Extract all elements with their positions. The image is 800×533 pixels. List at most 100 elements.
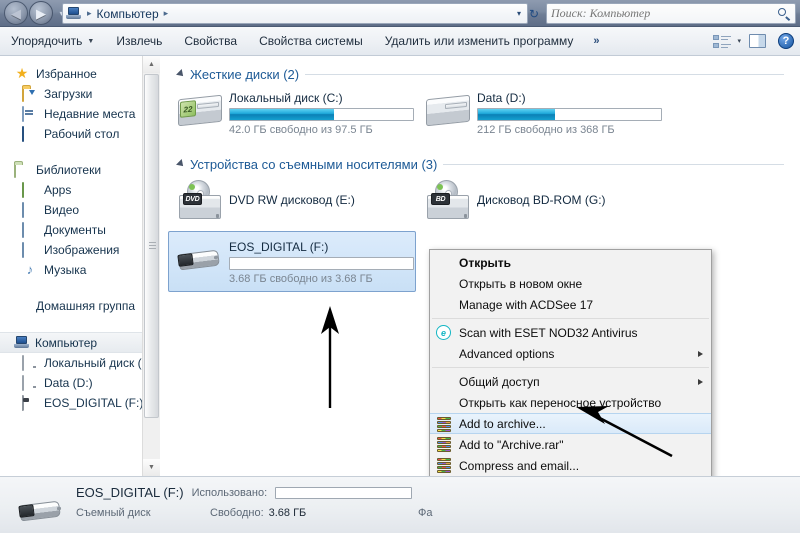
details-row-2: Съемный диск Свободно: 3.68 ГБ	[76, 507, 306, 519]
downloads-folder-icon	[22, 86, 38, 102]
hard-disk-icon	[22, 355, 38, 371]
group-divider	[443, 163, 784, 165]
menu-separator-1	[432, 318, 709, 319]
apps-library-icon	[22, 182, 38, 198]
details-used-label: Использовано:	[191, 486, 268, 499]
drive-tile-dvd-rw-e[interactable]: DVD DVD RW дисковод (E:)	[168, 173, 416, 229]
group-title-hard-disks: Жесткие диски (2)	[190, 66, 300, 82]
drive-tile-local-disk-c[interactable]: 22 Локальный диск (C:) 42.0 ГБ свободно …	[168, 82, 416, 143]
collapse-triangle-icon[interactable]	[176, 69, 186, 79]
sidebar-item-recent-places[interactable]: Недавние места	[0, 104, 142, 124]
refresh-button[interactable]: ↻	[524, 4, 544, 23]
sidebar-item-local-disk-c[interactable]: Локальный диск (C:)	[0, 353, 142, 373]
menu-item-open-new-window[interactable]: Открыть в новом окне	[430, 273, 711, 294]
drive-label-e: DVD RW дисковод (E:)	[229, 193, 355, 207]
menu-item-advanced-options[interactable]: Advanced options	[430, 343, 711, 364]
music-library-icon: ♪	[26, 262, 34, 277]
preview-pane-icon[interactable]	[749, 34, 766, 48]
nav-group-favorites: ★ Избранное Загрузки Недавние места Рабо…	[0, 64, 142, 144]
address-bar[interactable]: ▸ Компьютер ▸ ▾	[62, 3, 528, 24]
scroll-up-icon[interactable]: ▲	[143, 56, 160, 73]
search-box[interactable]	[546, 3, 796, 24]
sidebar-item-data-d[interactable]: Data (D:)	[0, 373, 142, 393]
usb-drive-icon	[177, 238, 223, 280]
menu-label-manage-acdsee: Manage with ACDSee 17	[459, 297, 594, 312]
menu-item-share-with[interactable]: Общий доступ	[430, 371, 711, 392]
sidebar-label-data-d: Data (D:)	[44, 376, 93, 390]
scroll-down-icon[interactable]: ▼	[143, 459, 160, 476]
breadcrumb-item-computer[interactable]: Компьютер	[95, 7, 161, 21]
double-chevron-icon: »	[593, 35, 599, 47]
sidebar-item-homegroup[interactable]: Домашняя группа	[0, 296, 142, 316]
toolbar-eject-label: Извлечь	[116, 34, 163, 48]
toolbar-eject-button[interactable]: Извлечь	[105, 29, 173, 53]
sidebar-label-documents: Документы	[44, 223, 106, 237]
toolbar-system-properties-label: Свойства системы	[259, 34, 363, 48]
menu-label-add-to-archive: Add to archive...	[459, 416, 546, 431]
hard-disk-icon	[425, 89, 471, 131]
scrollbar-grip-icon	[149, 242, 156, 250]
menu-item-scan-eset[interactable]: e Scan with ESET NOD32 Antivirus	[430, 322, 711, 343]
documents-library-icon	[22, 222, 38, 238]
menu-label-advanced-options: Advanced options	[459, 346, 555, 361]
sidebar-label-libraries: Библиотеки	[36, 163, 102, 177]
toolbar-properties-button[interactable]: Свойства	[173, 29, 248, 53]
back-button[interactable]: ◀	[4, 1, 28, 25]
nav-group-libraries: Библиотеки Apps Видео Документы Изображе…	[0, 160, 142, 280]
sidebar-label-desktop: Рабочий стол	[44, 127, 120, 141]
libraries-icon	[14, 162, 30, 178]
drive-label-g: Дисковод BD-ROM (G:)	[477, 193, 606, 207]
navigation-pane-scrollbar[interactable]: ▲ ▼	[142, 56, 160, 476]
nav-group-computer: Компьютер Локальный диск (C:) Data (D:) …	[0, 332, 142, 413]
search-input[interactable]	[551, 6, 769, 21]
toolbar-system-properties-button[interactable]: Свойства системы	[248, 29, 374, 53]
change-view-icon[interactable]	[713, 34, 732, 49]
sidebar-label-recent-places: Недавние места	[44, 107, 136, 121]
sidebar-item-downloads[interactable]: Загрузки	[0, 84, 142, 104]
scrollbar-thumb[interactable]	[144, 74, 159, 418]
menu-item-manage-acdsee[interactable]: Manage with ACDSee 17	[430, 294, 711, 315]
details-free-label: Свободно:	[210, 507, 264, 519]
breadcrumb-separator-1[interactable]: ▸	[161, 8, 172, 19]
sidebar-item-video[interactable]: Видео	[0, 200, 142, 220]
details-free-value: 3.68 ГБ	[268, 507, 307, 519]
toolbar-uninstall-change-program-button[interactable]: Удалить или изменить программу	[374, 29, 585, 53]
drive-tile-eos-digital-f[interactable]: EOS_DIGITAL (F:) 3.68 ГБ свободно из 3.6…	[168, 231, 416, 292]
sidebar-label-video: Видео	[44, 203, 80, 217]
sidebar-item-libraries[interactable]: Библиотеки	[0, 160, 142, 180]
sidebar-item-music[interactable]: ♪ Музыка	[0, 260, 142, 280]
computer-icon	[14, 336, 29, 349]
collapse-triangle-icon[interactable]	[176, 159, 186, 169]
forward-button[interactable]: ▶	[29, 1, 53, 25]
toolbar-organize-label: Упорядочить	[11, 34, 83, 48]
menu-item-add-to-archive-rar[interactable]: Add to "Archive.rar"	[430, 434, 711, 455]
sidebar-item-eos-digital-f[interactable]: EOS_DIGITAL (F:)	[0, 393, 142, 413]
drive-tile-data-d[interactable]: Data (D:) 212 ГБ свободно из 368 ГБ	[416, 82, 664, 143]
sidebar-item-apps[interactable]: Apps	[0, 180, 142, 200]
menu-item-open[interactable]: Открыть	[430, 252, 711, 273]
toolbar-right-group: ▾ ?	[713, 33, 800, 49]
sidebar-item-desktop[interactable]: Рабочий стол	[0, 124, 142, 144]
group-header-removable-devices[interactable]: Устройства со съемными носителями (3)	[160, 143, 800, 172]
forward-icon: ▶	[36, 5, 46, 21]
sidebar-item-documents[interactable]: Документы	[0, 220, 142, 240]
sidebar-item-pictures[interactable]: Изображения	[0, 240, 142, 260]
toolbar-uninstall-label: Удалить или изменить программу	[384, 34, 574, 48]
toolbar-organize-button[interactable]: Упорядочить ▼	[0, 29, 105, 53]
details-type: Съемный диск	[76, 507, 151, 519]
sidebar-item-favorites[interactable]: ★ Избранное	[0, 64, 142, 84]
group-header-hard-disks[interactable]: Жесткие диски (2)	[160, 56, 800, 82]
drive-tile-bd-rom-g[interactable]: BD Дисковод BD-ROM (G:)	[416, 173, 664, 229]
bd-rom-drive-icon: BD	[425, 180, 471, 222]
sidebar-item-computer[interactable]: Компьютер	[0, 332, 142, 353]
help-icon[interactable]: ?	[778, 33, 794, 49]
menu-item-open-as-portable-device[interactable]: Открыть как переносное устройство	[430, 392, 711, 413]
menu-item-add-to-archive[interactable]: Add to archive...	[430, 413, 711, 434]
capacity-text-f: 3.68 ГБ свободно из 3.68 ГБ	[229, 273, 373, 285]
toolbar-overflow-button[interactable]: »	[584, 35, 607, 47]
view-dropdown-icon[interactable]: ▾	[734, 37, 747, 45]
menu-item-compress-and-email[interactable]: Compress and email...	[430, 455, 711, 476]
usb-drive-icon	[18, 489, 66, 523]
tile-row-removable-1: DVD DVD RW дисковод (E:) BD Дисковод BD-…	[160, 169, 800, 229]
